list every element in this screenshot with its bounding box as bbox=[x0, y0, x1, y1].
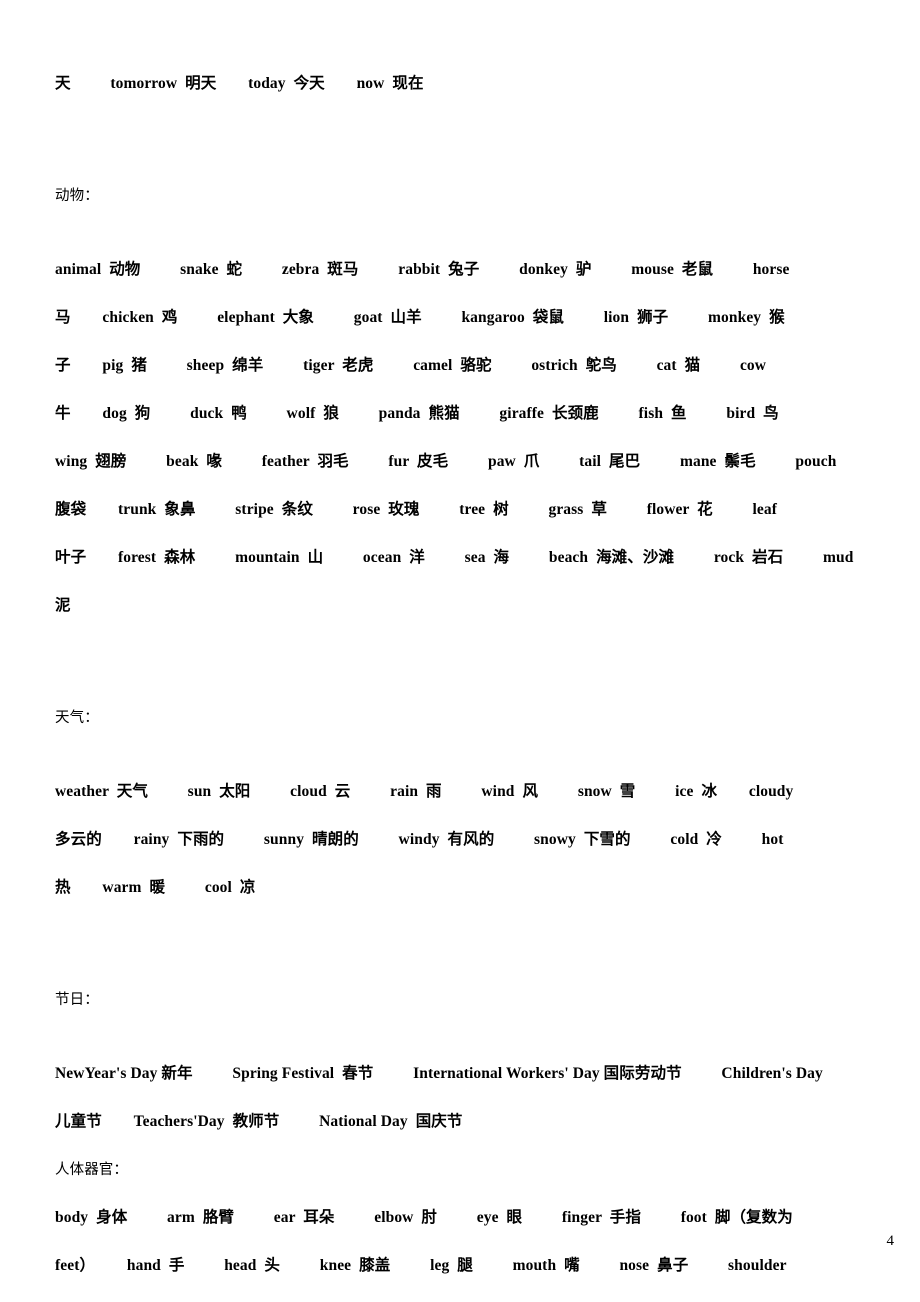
section-heading-weather: 天气： bbox=[55, 710, 99, 726]
vocab-line: 叶子 forest 森林 mountain 山 ocean 洋 sea 海 be… bbox=[55, 549, 854, 566]
vocab-line: 腹袋 trunk 象鼻 stripe 条纹 rose 玫瑰 tree 树 gra… bbox=[55, 501, 777, 518]
heading-gap bbox=[55, 742, 920, 768]
vocab-line: 泥 bbox=[55, 597, 71, 614]
document-page: 天 tomorrow 明天 today 今天 now 现在 动物： animal… bbox=[0, 0, 920, 1302]
vocab-line: 牛 dog 狗 duck 鸭 wolf 狼 panda 熊猫 giraffe 长… bbox=[55, 405, 779, 422]
vocab-line: feet） hand 手 head 头 knee 膝盖 leg 腿 mouth … bbox=[55, 1257, 787, 1274]
vocab-line: 热 warm 暖 cool 凉 bbox=[55, 879, 256, 896]
vocab-line: wing 翅膀 beak 喙 feather 羽毛 fur 皮毛 paw 爪 t… bbox=[55, 453, 837, 470]
vocab-line: animal 动物 snake 蛇 zebra 斑马 rabbit 兔子 don… bbox=[55, 261, 790, 278]
continued-text-line: 天 tomorrow 明天 today 今天 now 现在 bbox=[55, 75, 424, 92]
vocab-line: 肩膀 stomach 胃；肚子 toe 脚趾（复数为 toes） bone 骨 … bbox=[55, 1290, 920, 1302]
vocab-line: weather 天气 sun 太阳 cloud 云 rain 雨 wind 风 … bbox=[55, 783, 794, 800]
document-body: 天 tomorrow 明天 today 今天 now 现在 动物： animal… bbox=[55, 60, 920, 1302]
vocab-line: 多云的 rainy 下雨的 sunny 晴朗的 windy 有风的 snowy … bbox=[55, 831, 784, 848]
section-heading-holidays: 节日： bbox=[55, 992, 99, 1008]
vocab-line: NewYear's Day 新年 Spring Festival 春节 Inte… bbox=[55, 1065, 823, 1082]
vocab-line: 马 chicken 鸡 elephant 大象 goat 山羊 kangaroo… bbox=[55, 309, 785, 326]
vocab-line: 子 pig 猪 sheep 绵羊 tiger 老虎 camel 骆驼 ostri… bbox=[55, 357, 767, 374]
vocab-line: body 身体 arm 胳臂 ear 耳朵 elbow 肘 eye 眼 fing… bbox=[55, 1209, 793, 1226]
vocab-line: 儿童节 Teachers'Day 教师节 National Day 国庆节 bbox=[55, 1113, 463, 1130]
section-heading-body-parts: 人体器官： bbox=[55, 1162, 128, 1178]
section-heading-animals: 动物： bbox=[55, 188, 99, 204]
page-number: 4 bbox=[886, 1233, 895, 1249]
heading-gap bbox=[55, 1024, 920, 1050]
heading-gap bbox=[55, 220, 920, 246]
